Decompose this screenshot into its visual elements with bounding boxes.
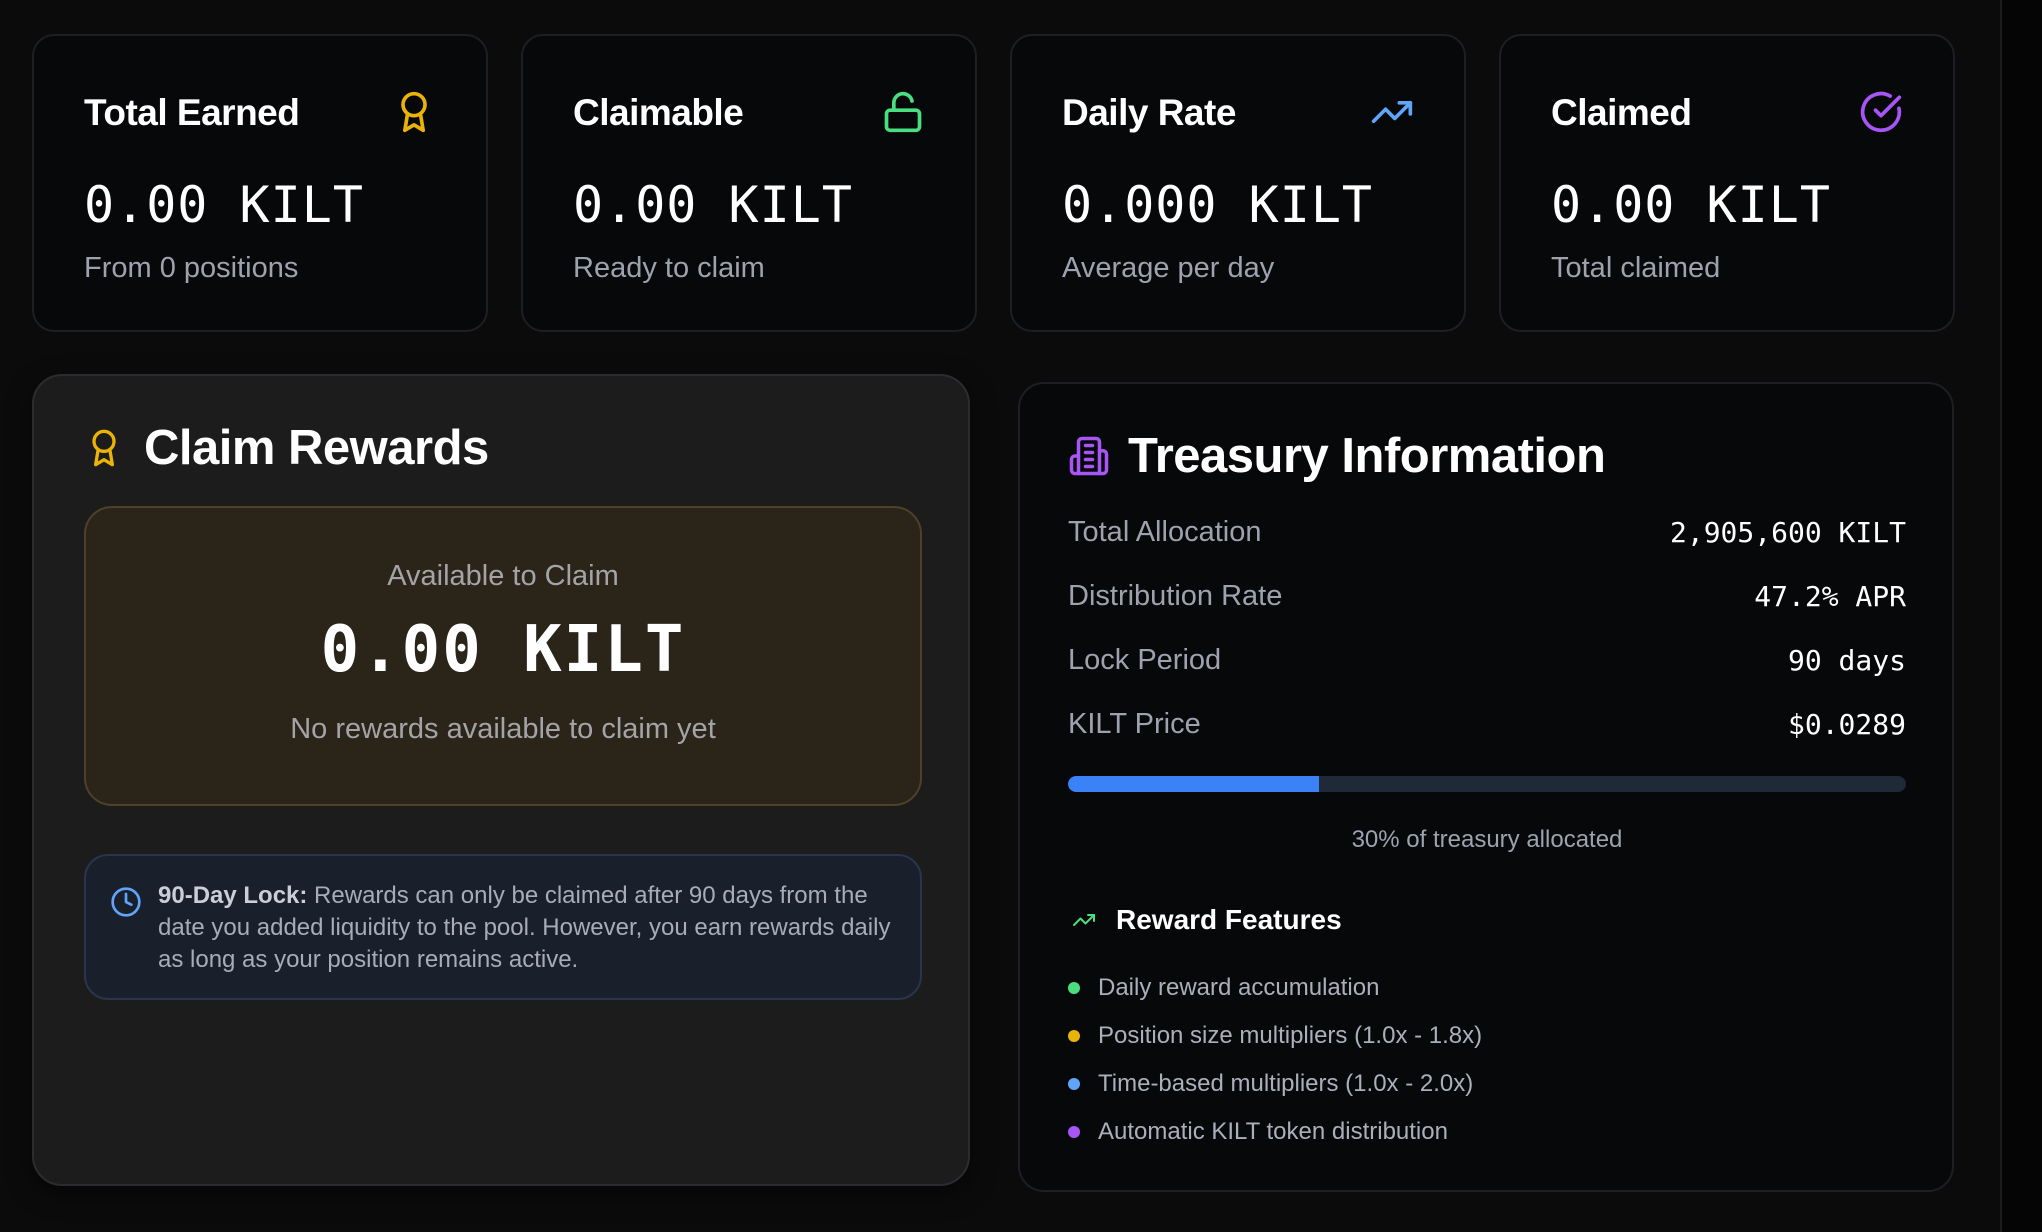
row-label: Total Allocation <box>1068 515 1262 548</box>
award-icon <box>401 91 427 133</box>
lock-info-title: 90-Day Lock: <box>158 882 308 909</box>
award-icon <box>92 429 116 467</box>
stat-card-daily-rate: Daily Rate 0.000 KILT Average per day <box>1010 34 1466 332</box>
available-label: Available to Claim <box>387 560 619 592</box>
trending-up-icon <box>1073 914 1095 926</box>
treasury-row-lock-period: Lock Period 90 days <box>1068 640 1906 680</box>
row-value: 90 days <box>1787 643 1906 677</box>
available-to-claim-box: Available to Claim 0.00 KILT No rewards … <box>84 506 922 806</box>
reward-features-title: Reward Features <box>1116 904 1342 935</box>
claim-rewards-panel: Claim Rewards Available to Claim 0.00 KI… <box>32 374 970 1186</box>
stat-card-claimable: Claimable 0.00 KILT Ready to claim <box>521 34 977 332</box>
treasury-title: Treasury Information <box>1128 429 1606 483</box>
feature-text: Daily reward accumulation <box>1098 974 1380 1001</box>
treasury-heading: Treasury Information <box>1068 428 1606 484</box>
feature-text: Automatic KILT token distribution <box>1098 1118 1448 1145</box>
treasury-progress-label: 30% of treasury allocated <box>1351 826 1623 853</box>
treasury-row-total-allocation: Total Allocation 2,905,600 KILT <box>1068 512 1906 552</box>
stat-value: 0.00 KILT <box>573 176 853 234</box>
treasury-row-kilt-price: KILT Price $0.0289 <box>1068 704 1906 744</box>
check-circle-icon <box>1860 91 1902 133</box>
stat-subtitle: From 0 positions <box>84 252 299 284</box>
bullet-dot <box>1068 982 1080 994</box>
list-item: Daily reward accumulation <box>1068 964 1482 1012</box>
row-value: 47.2% APR <box>1754 579 1906 613</box>
bullet-dot <box>1068 1030 1080 1042</box>
feature-text: Position size multipliers (1.0x - 1.8x) <box>1098 1022 1483 1049</box>
stat-subtitle: Ready to claim <box>573 252 765 284</box>
lock-info-text: 90-Day Lock: Rewards can only be claimed… <box>158 880 896 976</box>
reward-features-list: Daily reward accumulation Position size … <box>1068 964 1482 1156</box>
stat-card-total-earned: Total Earned 0.00 KILT From 0 positions <box>32 34 488 332</box>
treasury-progress-fill <box>1068 776 1320 792</box>
scrollbar-track[interactable] <box>2000 0 2042 1232</box>
stat-subtitle: Average per day <box>1062 252 1275 284</box>
row-label: Distribution Rate <box>1068 579 1283 612</box>
stat-value: 0.00 KILT <box>84 176 364 234</box>
list-item: Automatic KILT token distribution <box>1068 1108 1482 1156</box>
available-note: No rewards available to claim yet <box>290 713 716 745</box>
claim-rewards-heading: Claim Rewards <box>84 420 489 476</box>
claim-rewards-title: Claim Rewards <box>144 421 489 475</box>
row-label: KILT Price <box>1068 707 1201 740</box>
list-item: Position size multipliers (1.0x - 1.8x) <box>1068 1012 1482 1060</box>
trending-up-icon <box>1371 101 1413 123</box>
row-value: 2,905,600 KILT <box>1669 515 1906 549</box>
stat-title: Claimed <box>1551 92 1692 133</box>
treasury-information-panel: Treasury Information Total Allocation 2,… <box>1018 382 1954 1192</box>
bullet-dot <box>1068 1078 1080 1090</box>
stat-subtitle: Total claimed <box>1551 252 1721 284</box>
unlock-icon <box>884 91 922 133</box>
stat-title: Daily Rate <box>1062 92 1236 133</box>
lock-info-box: 90-Day Lock: Rewards can only be claimed… <box>84 854 922 1000</box>
row-label: Lock Period <box>1068 643 1222 676</box>
clock-icon <box>111 887 141 917</box>
stat-card-claimed: Claimed 0.00 KILT Total claimed <box>1499 34 1955 332</box>
stat-value: 0.000 KILT <box>1062 176 1374 234</box>
treasury-row-distribution-rate: Distribution Rate 47.2% APR <box>1068 576 1906 616</box>
bullet-dot <box>1068 1126 1080 1138</box>
stat-value: 0.00 KILT <box>1551 176 1831 234</box>
available-amount: 0.00 KILT <box>320 613 686 687</box>
feature-text: Time-based multipliers (1.0x - 2.0x) <box>1098 1070 1474 1097</box>
stat-title: Total Earned <box>84 92 300 133</box>
reward-features-heading: Reward Features <box>1068 904 1342 936</box>
treasury-progress-bar <box>1068 776 1906 792</box>
list-item: Time-based multipliers (1.0x - 2.0x) <box>1068 1060 1482 1108</box>
row-value: $0.0289 <box>1787 707 1906 741</box>
building-icon <box>1069 436 1109 476</box>
stat-title: Claimable <box>573 92 744 133</box>
